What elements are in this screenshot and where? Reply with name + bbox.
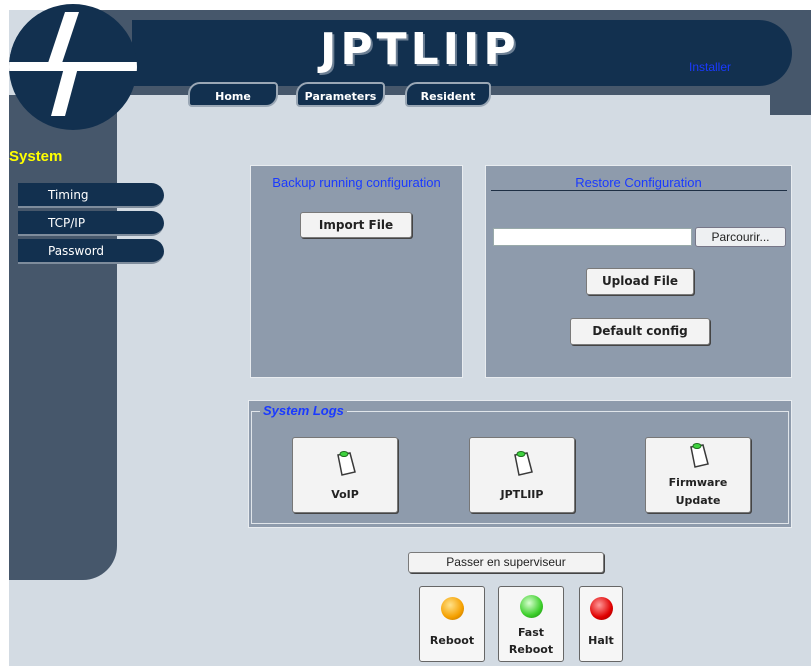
sidebar-item-password[interactable]: Password bbox=[18, 239, 164, 264]
section-title: System bbox=[9, 148, 63, 165]
clipboard-icon bbox=[337, 451, 356, 476]
log-jptliip-button[interactable]: JPTLIIP bbox=[469, 437, 575, 513]
app-title: JPTLIIP bbox=[320, 24, 520, 75]
log-firmware-label-1: Firmware bbox=[668, 476, 728, 489]
green-led-icon bbox=[520, 595, 543, 618]
header-edge bbox=[770, 95, 811, 115]
fast-reboot-button[interactable]: Fast Reboot bbox=[498, 586, 564, 662]
upload-file-button[interactable]: Upload File bbox=[586, 268, 694, 295]
halt-button[interactable]: Halt bbox=[579, 586, 623, 662]
tab-resident[interactable]: Resident bbox=[405, 82, 491, 107]
clipboard-icon bbox=[514, 451, 533, 476]
log-firmware-label-2: Update bbox=[675, 494, 721, 507]
backup-panel: Backup running configuration bbox=[250, 165, 463, 378]
reboot-button[interactable]: Reboot bbox=[419, 586, 485, 662]
sidebar-background bbox=[9, 95, 117, 580]
log-jptliip-label: JPTLIIP bbox=[500, 488, 544, 501]
reboot-label: Reboot bbox=[429, 634, 475, 647]
file-path-input[interactable] bbox=[493, 228, 692, 246]
halt-label: Halt bbox=[588, 634, 614, 647]
restore-divider bbox=[491, 190, 787, 191]
tab-home[interactable]: Home bbox=[188, 82, 278, 107]
log-voip-button[interactable]: VoIP bbox=[292, 437, 398, 513]
red-led-icon bbox=[590, 597, 613, 620]
fast-reboot-label-1: Fast bbox=[517, 626, 545, 639]
sidebar-item-timing[interactable]: Timing bbox=[18, 183, 164, 208]
restore-title: Restore Configuration bbox=[575, 175, 702, 190]
orange-led-icon bbox=[441, 597, 464, 620]
clipboard-icon bbox=[690, 443, 709, 468]
browse-button[interactable]: Parcourir... bbox=[695, 227, 786, 247]
system-logs-title: System Logs bbox=[260, 403, 347, 418]
logo-icon bbox=[9, 4, 137, 130]
backup-title: Backup running configuration bbox=[272, 175, 441, 190]
sidebar-item-tcpip[interactable]: TCP/IP bbox=[18, 211, 164, 236]
left-border bbox=[0, 0, 9, 666]
import-file-button[interactable]: Import File bbox=[300, 212, 412, 238]
installer-link[interactable]: Installer bbox=[689, 60, 731, 74]
supervisor-button[interactable]: Passer en superviseur bbox=[408, 552, 604, 573]
log-firmware-update-button[interactable]: Firmware Update bbox=[645, 437, 751, 513]
log-voip-label: VoIP bbox=[331, 488, 359, 501]
fast-reboot-label-2: Reboot bbox=[508, 643, 554, 656]
default-config-button[interactable]: Default config bbox=[570, 318, 710, 345]
tab-parameters[interactable]: Parameters bbox=[296, 82, 385, 107]
